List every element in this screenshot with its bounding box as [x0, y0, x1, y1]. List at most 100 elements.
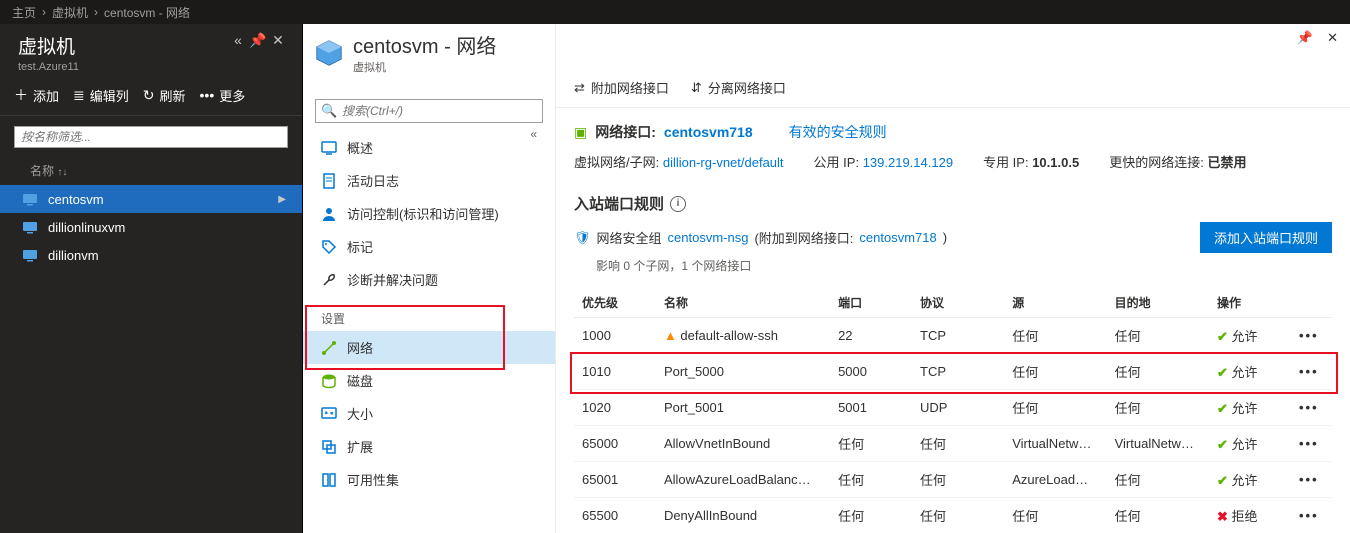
cell-source: 任何	[1004, 318, 1106, 354]
vm-list-item[interactable]: dillionlinuxvm	[0, 213, 302, 241]
edit-columns-button[interactable]: ≣编辑列	[73, 86, 129, 105]
nav-item-label: 概述	[347, 138, 373, 157]
col-name[interactable]: 名称	[656, 288, 830, 318]
pin-icon[interactable]: 📌	[248, 32, 268, 49]
vm-column-header[interactable]: 名称 ↑↓	[0, 152, 302, 185]
warning-icon: ▲	[664, 328, 677, 343]
vm-name: dillionvm	[48, 248, 99, 263]
more-button[interactable]: •••更多	[200, 86, 246, 105]
size-icon	[321, 406, 337, 422]
info-icon[interactable]: i	[670, 196, 686, 212]
cell-source: 任何	[1004, 354, 1106, 390]
nav-item-label: 标记	[347, 237, 373, 256]
nav-item-label: 大小	[347, 404, 373, 423]
nsg-link[interactable]: centosvm-nsg	[668, 230, 749, 245]
row-more-icon[interactable]: •••	[1299, 364, 1319, 379]
cell-port: 5000	[830, 354, 912, 390]
nav-item-log[interactable]: 活动日志	[303, 164, 555, 197]
col-protocol[interactable]: 协议	[912, 288, 1004, 318]
row-more-icon[interactable]: •••	[1299, 472, 1319, 487]
cell-source: VirtualNetw…	[1004, 426, 1106, 462]
add-inbound-rule-button[interactable]: 添加入站端口规则	[1200, 222, 1332, 253]
nsg-nic-link[interactable]: centosvm718	[859, 230, 936, 245]
shield-icon: 🛡	[574, 230, 591, 246]
rule-row[interactable]: 1020Port_50015001UDP任何任何✔ 允许•••	[574, 390, 1332, 426]
rule-row[interactable]: 65500DenyAllInBound任何任何任何任何✖ 拒绝•••	[574, 498, 1332, 533]
breadcrumb-vm[interactable]: 虚拟机	[52, 4, 88, 21]
vm-list-item[interactable]: centosvm▶	[0, 185, 302, 213]
subnet-link[interactable]: dillion-rg-vnet/default	[663, 155, 784, 170]
nav-item-tag[interactable]: 标记	[303, 230, 555, 263]
nav-item-label: 可用性集	[347, 470, 399, 489]
impact-text: 影响 0 个子网，1 个网络接口	[596, 257, 1332, 274]
cell-name: AllowVnetInBound	[656, 426, 830, 462]
cell-name: Port_5001	[656, 390, 830, 426]
cell-priority: 65500	[574, 498, 656, 533]
vm-list-item[interactable]: dillionvm	[0, 241, 302, 269]
col-dest[interactable]: 目的地	[1107, 288, 1209, 318]
vm-icon	[22, 219, 38, 235]
wrench-icon	[321, 272, 337, 288]
nav-item-label: 扩展	[347, 437, 373, 456]
cell-protocol: 任何	[912, 462, 1004, 498]
rule-row[interactable]: 1010Port_50005000TCP任何任何✔ 允许•••	[574, 354, 1332, 390]
nav-item-disk[interactable]: 磁盘	[303, 364, 555, 397]
rule-row[interactable]: 65001AllowAzureLoadBalanc…任何任何AzureLoad……	[574, 462, 1332, 498]
pin-icon[interactable]: 📌	[1297, 30, 1313, 46]
attach-nic-button[interactable]: ⇄附加网络接口	[574, 78, 669, 97]
vm-filter-input[interactable]	[14, 126, 288, 148]
publicip-label: 公用 IP:	[814, 155, 860, 170]
publicip-link[interactable]: 139.219.14.129	[863, 155, 953, 170]
vmblade-subtitle: test.Azure11	[18, 61, 79, 73]
col-priority[interactable]: 优先级	[574, 288, 656, 318]
detach-nic-button[interactable]: ⇵分离网络接口	[691, 78, 786, 97]
close-icon[interactable]: ✕	[1327, 30, 1338, 46]
cell-dest: 任何	[1107, 462, 1209, 498]
row-more-icon[interactable]: •••	[1299, 400, 1319, 415]
cell-action: ✔ 允许	[1209, 426, 1291, 462]
nav-item-label: 网络	[347, 338, 373, 357]
nav-item-network[interactable]: 网络	[303, 331, 555, 364]
cell-action: ✖ 拒绝	[1209, 498, 1291, 533]
rule-row[interactable]: 1000▲ default-allow-ssh22TCP任何任何✔ 允许•••	[574, 318, 1332, 354]
cell-action: ✔ 允许	[1209, 354, 1291, 390]
rule-row[interactable]: 65000AllowVnetInBound任何任何VirtualNetw…Vir…	[574, 426, 1332, 462]
vm-list-blade: 虚拟机 test.Azure11 « 📌 ✕ ＋添加 ≣编辑列 ↻刷新 •••更…	[0, 24, 303, 533]
nav-item-ext[interactable]: 扩展	[303, 430, 555, 463]
nav-item-avail[interactable]: 可用性集	[303, 463, 555, 496]
nav-item-label: 访问控制(标识和访问管理)	[347, 204, 499, 223]
breadcrumb-home[interactable]: 主页	[12, 4, 36, 21]
more-icon: •••	[200, 87, 215, 103]
cell-dest: 任何	[1107, 390, 1209, 426]
refresh-button[interactable]: ↻刷新	[143, 86, 186, 105]
ext-icon	[321, 439, 337, 455]
nav-search-input[interactable]	[315, 99, 543, 123]
cell-priority: 65001	[574, 462, 656, 498]
refresh-icon: ↻	[143, 87, 155, 104]
nav-item-size[interactable]: 大小	[303, 397, 555, 430]
cell-dest: 任何	[1107, 318, 1209, 354]
effective-rules-link[interactable]: 有效的安全规则	[789, 122, 887, 142]
col-port[interactable]: 端口	[830, 288, 912, 318]
nav-item-wrench[interactable]: 诊断并解决问题	[303, 263, 555, 296]
nsg-attached-text: (附加到网络接口:	[754, 228, 853, 247]
nav-section-settings: 设置	[303, 296, 555, 331]
add-button[interactable]: ＋添加	[14, 85, 59, 105]
row-more-icon[interactable]: •••	[1299, 508, 1319, 523]
col-action[interactable]: 操作	[1209, 288, 1291, 318]
cell-port: 5001	[830, 390, 912, 426]
col-source[interactable]: 源	[1004, 288, 1106, 318]
nic-link[interactable]: centosvm718	[664, 124, 753, 140]
cell-name: AllowAzureLoadBalanc…	[656, 462, 830, 498]
nav-item-monitor[interactable]: 概述	[303, 131, 555, 164]
cell-dest: 任何	[1107, 354, 1209, 390]
nav-item-people[interactable]: 访问控制(标识和访问管理)	[303, 197, 555, 230]
collapse-icon[interactable]: «	[228, 32, 248, 48]
nav-subtitle: 虚拟机	[353, 59, 496, 75]
close-icon[interactable]: ✕	[268, 32, 288, 49]
network-icon	[321, 340, 337, 356]
row-more-icon[interactable]: •••	[1299, 328, 1319, 343]
row-more-icon[interactable]: •••	[1299, 436, 1319, 451]
vm-name: centosvm	[48, 192, 104, 207]
avail-icon	[321, 472, 337, 488]
